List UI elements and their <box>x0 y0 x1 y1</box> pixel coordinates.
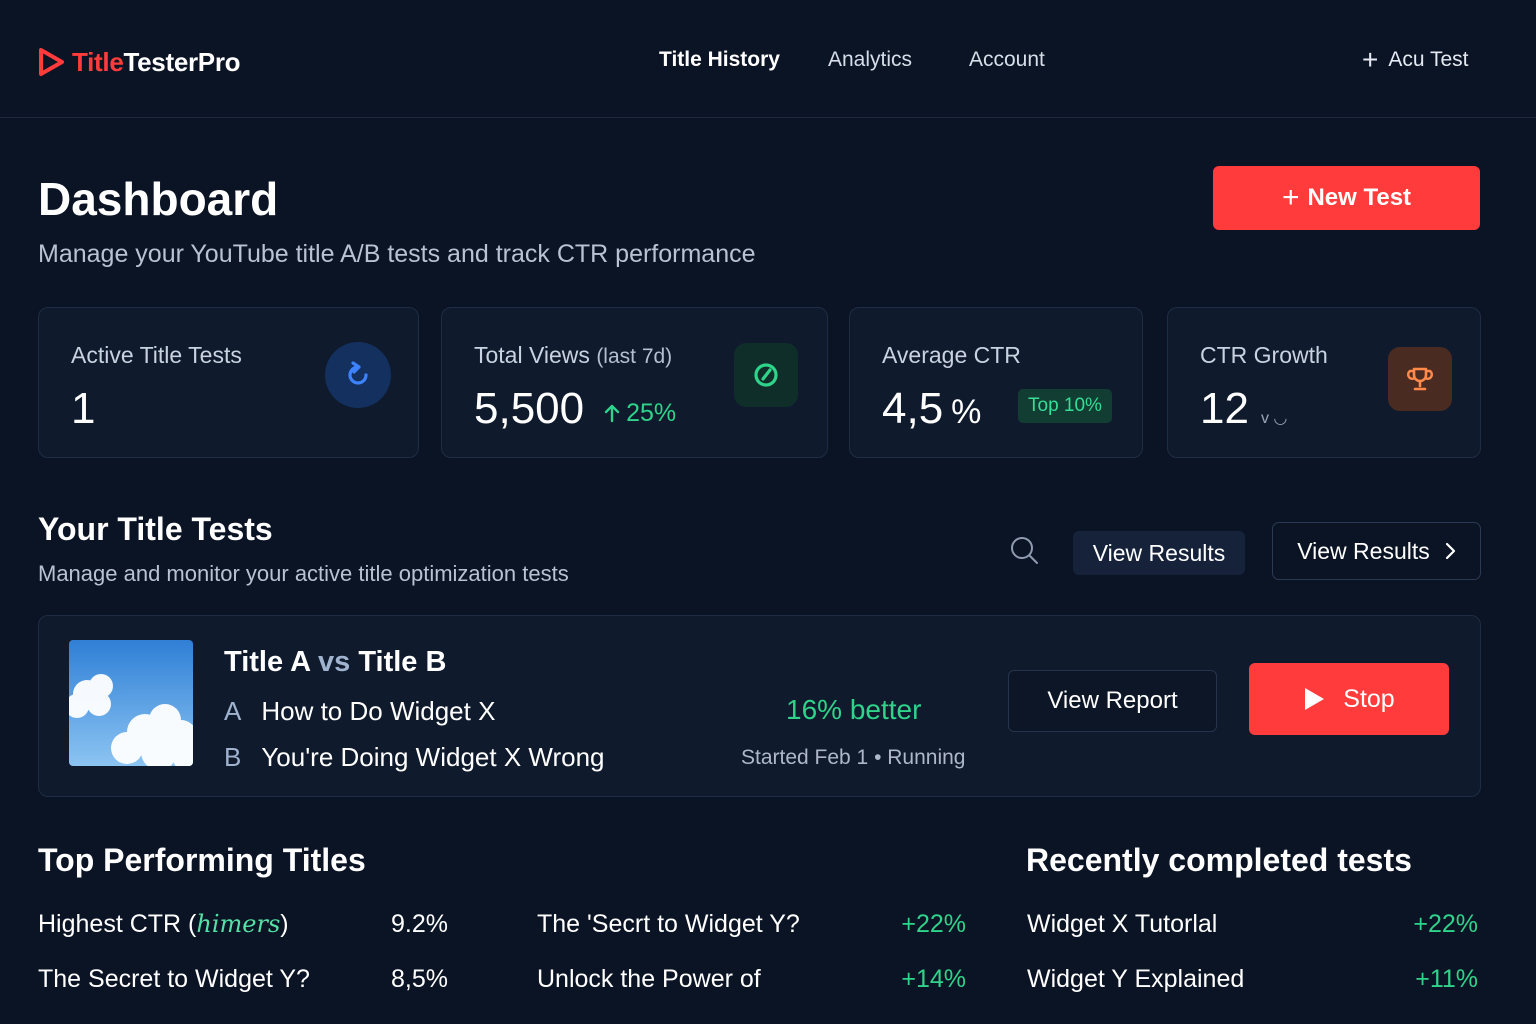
stat-card-ctr-growth: CTR Growth 12 v ◡ <box>1167 307 1481 458</box>
view-results-label: View Results <box>1297 537 1430 564</box>
trophy-icon <box>1388 347 1452 411</box>
list-item-title-text: Highest CTR ( <box>38 910 197 938</box>
page-subtitle: Manage your YouTube title A/B tests and … <box>38 240 756 268</box>
variant-a-row: A How to Do Widget X <box>224 696 495 727</box>
title-test-card: Title A vs Title B A How to Do Widget X … <box>38 615 1481 797</box>
view-results-link-button[interactable]: View Results <box>1272 522 1481 580</box>
recent-item-title[interactable]: Widget X Tutorlal <box>1027 910 1217 939</box>
stat-label-suffix: (last 7d) <box>596 345 673 368</box>
brand-name: TitleTesterPro <box>72 46 241 78</box>
test-title-a: Title A <box>224 646 310 678</box>
stat-card-total-views: Total Views (last 7d) 5,500 25% <box>441 307 828 458</box>
video-thumbnail <box>69 640 193 766</box>
stat-card-active-tests: Active Title Tests 1 <box>38 307 419 458</box>
stat-label: Average CTR <box>882 342 1021 368</box>
stop-test-button[interactable]: Stop <box>1249 663 1449 735</box>
stat-value-number: 5,500 <box>474 384 585 433</box>
new-test-button[interactable]: + New Test <box>1213 166 1480 230</box>
page-title: Dashboard <box>38 173 279 225</box>
refresh-icon <box>325 342 391 408</box>
section-title-recent: Recently completed tests <box>1026 842 1412 878</box>
brand-logo[interactable]: TitleTesterPro <box>36 46 241 78</box>
stat-unit: v ◡ <box>1260 410 1288 427</box>
list-item-title-close: ) <box>280 910 289 938</box>
recent-item-value: +11% <box>1415 965 1478 993</box>
stat-label: CTR Growth <box>1200 342 1328 368</box>
stat-label: Active Title Tests <box>71 342 242 368</box>
play-icon <box>1305 688 1325 710</box>
brand-name-part1: Title <box>72 46 124 77</box>
list-item-value: 9.2% <box>391 910 448 938</box>
list-item-title: Unlock the Power of <box>537 965 761 993</box>
variant-a-title: How to Do Widget X <box>261 696 496 726</box>
stat-card-average-ctr: Average CTR 4,5% Top 10% <box>849 307 1143 458</box>
test-result: 16% better <box>786 694 922 725</box>
test-title-b: Title B <box>358 646 447 678</box>
view-report-button[interactable]: View Report <box>1008 670 1217 732</box>
stat-label-text: Total Views <box>474 342 590 368</box>
variant-b-row: B You're Doing Widget X Wrong <box>224 742 605 773</box>
nav-account[interactable]: Account <box>969 48 1045 72</box>
arrow-up-icon <box>604 404 620 423</box>
acu-test-button[interactable]: + Acu Test <box>1362 44 1469 75</box>
list-item-value: +22% <box>901 910 966 938</box>
top-navbar: TitleTesterPro Title History Analytics A… <box>0 0 1536 118</box>
stat-label: Total Views (last 7d) <box>474 342 672 369</box>
variant-b-title: You're Doing Widget X Wrong <box>261 742 605 772</box>
plus-icon: + <box>1362 44 1379 75</box>
list-item-title: Highest CTR (himers) <box>38 910 289 939</box>
new-test-label: New Test <box>1307 184 1412 211</box>
stop-label: Stop <box>1343 684 1395 713</box>
top-rank-badge: Top 10% <box>1018 389 1112 423</box>
recent-item-title[interactable]: Widget Y Explained <box>1027 965 1244 994</box>
delta-badge: 25% <box>604 399 676 428</box>
stat-unit: % <box>951 393 982 431</box>
view-report-label: View Report <box>1047 687 1178 714</box>
list-item-title: The 'Secrt to Widget Y? <box>537 910 800 938</box>
stat-value-number: 1 <box>71 384 96 433</box>
delta-value: 25% <box>626 398 677 427</box>
stat-value: 5,500 25% <box>474 384 676 434</box>
stat-value-number: 12 <box>1200 384 1249 433</box>
nav-analytics[interactable]: Analytics <box>828 48 912 72</box>
section-title-tests: Your Title Tests <box>38 511 273 547</box>
handwritten-scribble: himers <box>196 910 281 938</box>
test-status: Started Feb 1 • Running <box>741 746 966 769</box>
stat-value: 4,5% <box>882 384 981 434</box>
variant-a-tag: A <box>224 696 242 726</box>
stat-value: 12 v ◡ <box>1200 384 1287 434</box>
plus-icon: + <box>1281 181 1300 214</box>
play-logo-icon <box>39 48 64 76</box>
recent-item-value: +22% <box>1413 910 1478 938</box>
list-item-title: The Secret to Widget Y? <box>38 965 310 993</box>
acu-test-label: Acu Test <box>1388 48 1469 71</box>
section-title-top-performing: Top Performing Titles <box>38 842 366 878</box>
list-item-value: 8,5% <box>391 965 448 993</box>
search-icon[interactable] <box>1008 534 1040 566</box>
nav-title-history[interactable]: Title History <box>659 48 780 72</box>
test-title-vs: vs <box>318 646 351 678</box>
list-item-value: +14% <box>901 965 966 993</box>
gauge-icon <box>734 343 798 407</box>
view-results-label: View Results <box>1092 539 1226 566</box>
test-title: Title A vs Title B <box>224 646 446 679</box>
view-results-button[interactable]: View Results <box>1073 531 1245 575</box>
brand-name-part2: TesterPro <box>123 46 241 77</box>
stat-value-number: 4,5 <box>882 384 944 433</box>
variant-b-tag: B <box>224 742 242 772</box>
chevron-right-icon <box>1445 542 1455 560</box>
section-subtitle-tests: Manage and monitor your active title opt… <box>38 561 569 586</box>
stat-value: 1 <box>71 384 95 434</box>
